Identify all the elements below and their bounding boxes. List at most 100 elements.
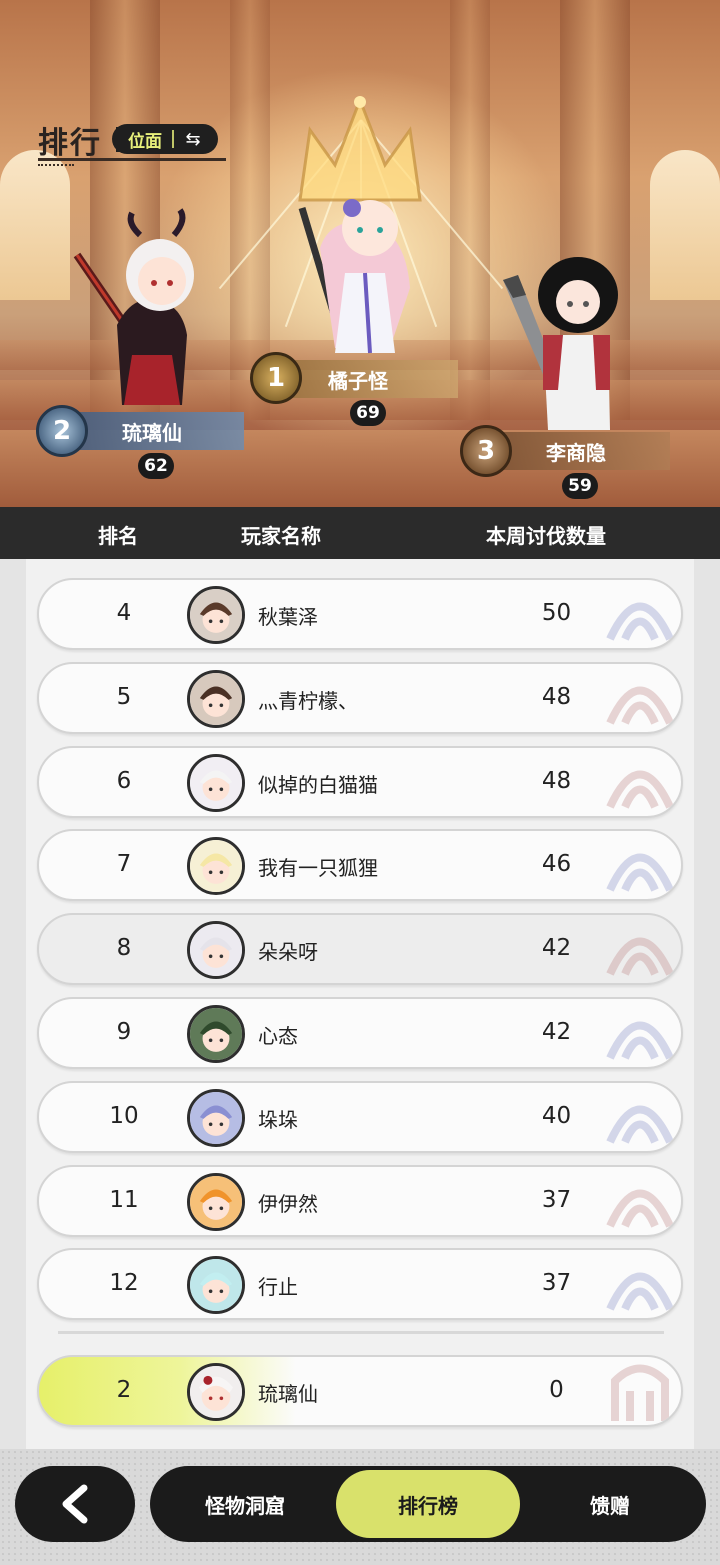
chevron-left-icon: [62, 1484, 88, 1524]
row-count: 37: [541, 1270, 572, 1297]
row-player-name: 垛垛: [258, 1107, 298, 1132]
crest-emblem-icon: [606, 770, 674, 809]
tab-leaderboard[interactable]: 排行榜: [336, 1470, 520, 1538]
crest-emblem-icon: [606, 1273, 674, 1312]
rank-badge-number: 3: [476, 436, 496, 466]
rank-badge-2: 2: [36, 405, 88, 457]
table-row[interactable]: 5 灬青柠檬、 48: [37, 661, 683, 734]
tab-monster-cave[interactable]: 怪物洞窟: [150, 1466, 340, 1542]
avatar-portrait: [190, 1366, 242, 1418]
character-rank-2[interactable]: [62, 205, 212, 415]
avatar[interactable]: [187, 1088, 245, 1147]
row-player-name: 灬青柠檬、: [258, 688, 358, 713]
avatar-portrait: [190, 1259, 242, 1312]
page-title: 排行: [38, 126, 102, 161]
crest-emblem-icon: [606, 1021, 674, 1060]
row-rank: 5: [116, 683, 132, 710]
page-title-group: 排行: [38, 118, 226, 166]
avatar-portrait: [190, 1008, 242, 1060]
avatar[interactable]: [187, 837, 245, 896]
column-header-player: 玩家名称: [241, 524, 321, 548]
character-rank-3[interactable]: [498, 250, 628, 435]
avatar[interactable]: [187, 921, 245, 980]
row-count: 46: [541, 851, 572, 878]
row-count: 50: [541, 600, 572, 626]
row-player-name: 似掉的白猫猫: [258, 772, 378, 797]
avatar-portrait: [190, 1175, 242, 1228]
table-row[interactable]: 9 心态 42: [37, 997, 683, 1069]
podium-name-3: 李商隐: [546, 440, 606, 465]
row-player-name: 心态: [258, 1024, 298, 1048]
row-count: 42: [541, 935, 572, 962]
crest-emblem-icon: [606, 686, 674, 725]
plane-switch-button[interactable]: 位面 ⇆: [112, 124, 218, 154]
table-header: 排名 玩家名称 本周讨伐数量: [0, 507, 720, 559]
podium-name-1: 橘子怪: [328, 368, 388, 393]
podium-score-3: 59: [562, 473, 598, 499]
column-header-count: 本周讨伐数量: [486, 524, 606, 548]
rank-badge-1: 1: [250, 352, 302, 404]
background-window: [0, 150, 70, 300]
background-window: [650, 150, 720, 300]
back-button[interactable]: [15, 1466, 135, 1542]
avatar-portrait: [190, 756, 242, 809]
avatar-portrait: [190, 840, 242, 893]
plane-label: 位面: [116, 126, 172, 152]
avatar[interactable]: [187, 1005, 245, 1063]
row-rank: 9: [116, 1019, 132, 1045]
row-rank: 7: [116, 851, 132, 878]
row-rank: 6: [116, 767, 132, 794]
podium-score-1: 69: [350, 400, 386, 426]
avatar[interactable]: [187, 1363, 245, 1421]
table-row[interactable]: 4 秋葉泽 50: [37, 578, 683, 650]
column-header-rank: 排名: [98, 524, 138, 548]
avatar-portrait: [190, 924, 242, 977]
table-row[interactable]: 10 垛垛 40: [37, 1080, 683, 1153]
bottom-nav: 怪物洞窟 排行榜 馈赠: [0, 1449, 720, 1565]
my-count: 0: [549, 1377, 564, 1403]
table-row[interactable]: 8 朵朵呀 42: [37, 913, 683, 986]
my-player-name: 琉璃仙: [258, 1382, 318, 1406]
swap-arrows-icon: ⇆: [185, 128, 201, 150]
rank-badge-number: 2: [52, 416, 72, 446]
my-rank-row[interactable]: 2 琉璃仙 0: [37, 1355, 683, 1427]
crest-emblem-icon: [606, 1105, 674, 1144]
table-row[interactable]: 12 行止 37: [37, 1248, 683, 1321]
row-player-name: 行止: [258, 1275, 298, 1300]
avatar-portrait: [190, 1091, 242, 1144]
title-dots: [38, 164, 74, 166]
avatar[interactable]: [187, 1256, 245, 1315]
list-divider: [58, 1331, 664, 1334]
row-player-name: 朵朵呀: [258, 940, 318, 965]
avatar[interactable]: [187, 669, 245, 728]
row-count: 48: [541, 767, 572, 794]
crest-emblem-icon: [606, 602, 674, 641]
tab-bar: 怪物洞窟 排行榜 馈赠: [150, 1466, 706, 1542]
title-underline: [38, 158, 226, 161]
avatar-portrait: [190, 672, 242, 725]
avatar[interactable]: [187, 586, 245, 644]
avatar-portrait: [190, 589, 242, 641]
row-rank: 8: [116, 935, 132, 962]
row-count: 37: [541, 1186, 572, 1213]
podium-name-2: 琉璃仙: [122, 420, 182, 445]
rank-badge-3: 3: [460, 425, 512, 477]
podium-score-2: 62: [138, 453, 174, 479]
character-rank-1[interactable]: [290, 178, 420, 358]
table-row[interactable]: 11 伊伊然 37: [37, 1164, 683, 1237]
row-count: 42: [541, 1019, 572, 1045]
row-count: 40: [541, 1102, 572, 1129]
rank-badge-number: 1: [266, 363, 286, 393]
row-rank: 4: [116, 600, 132, 626]
table-row[interactable]: 7 我有一只狐狸 46: [37, 829, 683, 902]
crest-emblem-icon: [611, 1364, 669, 1421]
avatar[interactable]: [187, 753, 245, 812]
row-player-name: 我有一只狐狸: [258, 856, 378, 881]
row-rank: 12: [109, 1270, 139, 1297]
separator: [172, 130, 174, 148]
tab-gift[interactable]: 馈赠: [520, 1466, 700, 1542]
crest-emblem-icon: [606, 1189, 674, 1228]
row-rank: 11: [109, 1186, 139, 1213]
table-row[interactable]: 6 似掉的白猫猫 48: [37, 745, 683, 818]
avatar[interactable]: [187, 1172, 245, 1231]
